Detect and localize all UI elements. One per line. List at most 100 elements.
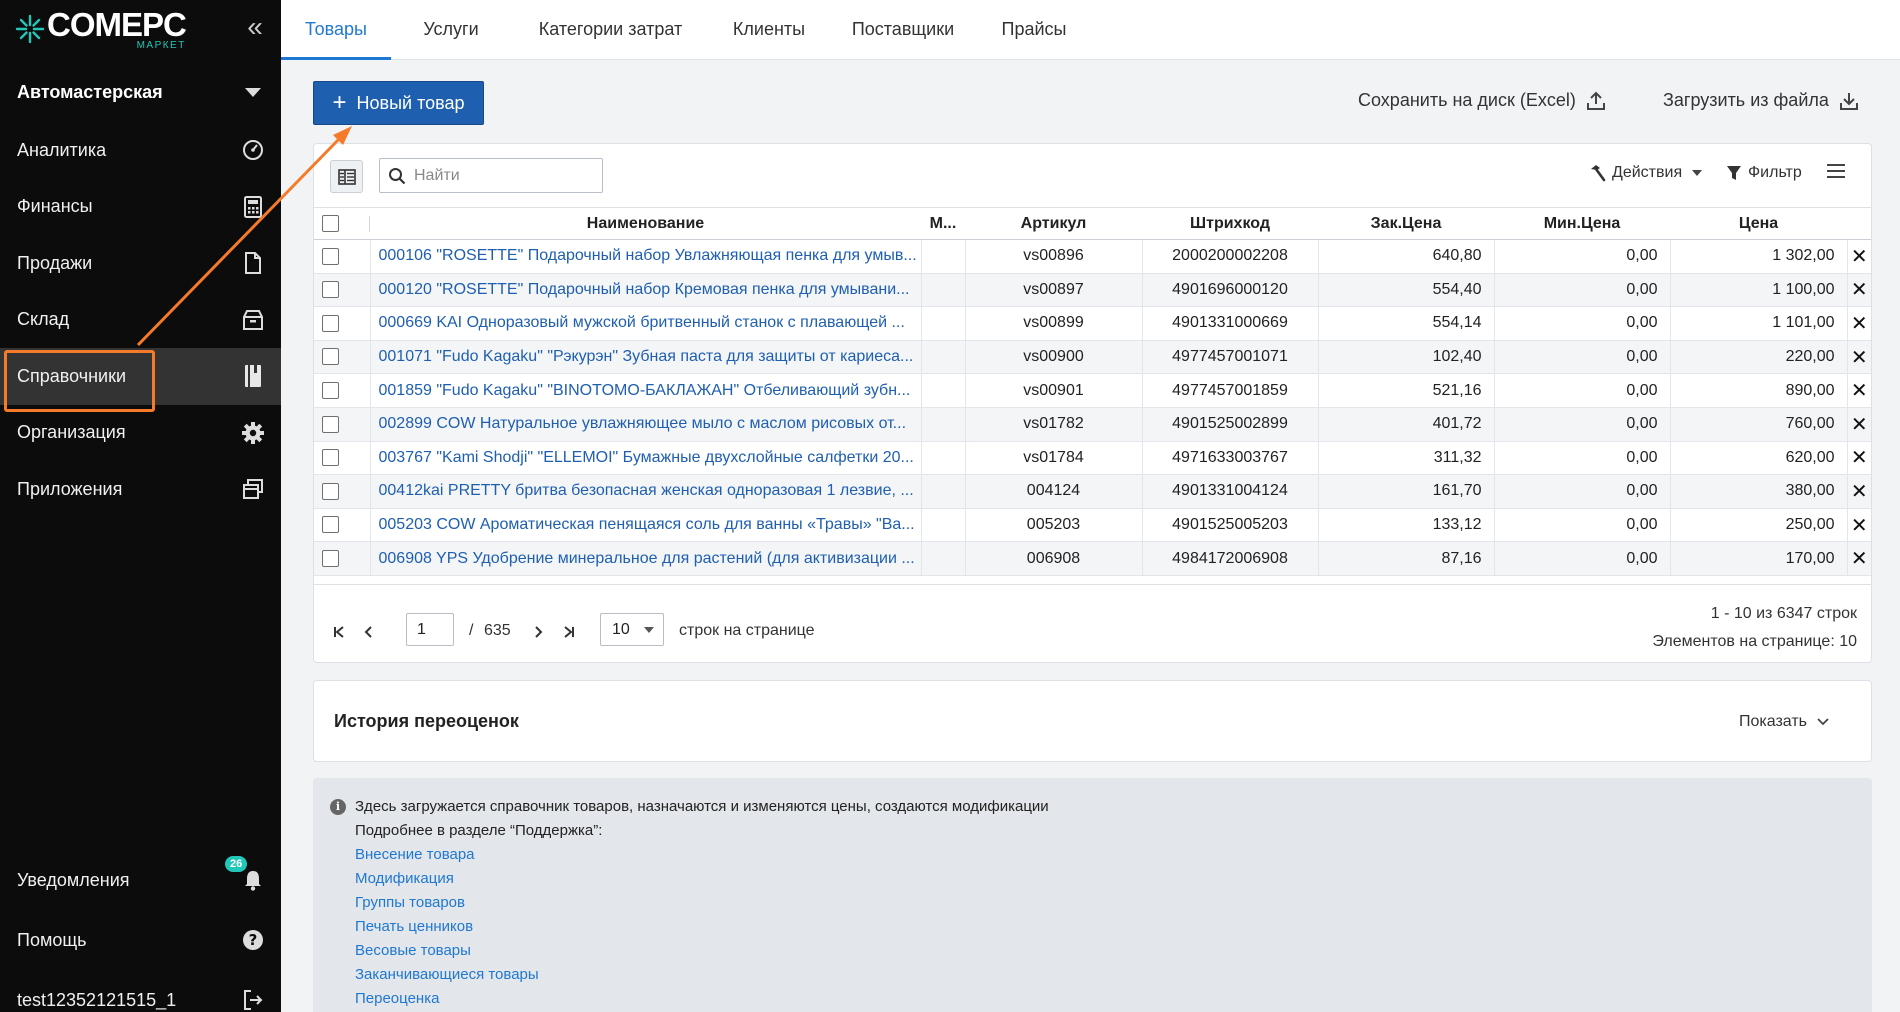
col-unit[interactable]: М... — [921, 207, 965, 240]
delete-row-icon[interactable]: ✕ — [1851, 447, 1868, 469]
delete-row-icon[interactable]: ✕ — [1851, 515, 1868, 537]
table-row[interactable]: 000669 KAI Одноразовый мужской бритвенны… — [314, 306, 1871, 341]
row-checkbox[interactable] — [321, 549, 339, 567]
collapse-sidebar-icon[interactable]: « — [240, 13, 270, 44]
col-min-price[interactable]: Мин.Цена — [1494, 207, 1670, 240]
cell-name[interactable]: 000106 "ROSETTE" Подарочный набор Увлажн… — [370, 239, 922, 274]
delete-row-icon[interactable]: ✕ — [1851, 414, 1868, 436]
page-separator: / — [469, 622, 474, 639]
cell-name[interactable]: 003767 "Kami Shodji" "ELLEMOI" Бумажные … — [370, 441, 922, 476]
help-link[interactable]: Переоценка — [355, 990, 439, 1007]
last-page-icon[interactable] — [560, 625, 578, 643]
help-link[interactable]: Заканчивающиеся товары — [355, 966, 539, 983]
logo[interactable]: COMEPC МАРКЕТ — [15, 6, 187, 56]
table-row[interactable]: 005203 COW Ароматическая пенящаяся соль … — [314, 508, 1871, 543]
prev-page-icon[interactable] — [360, 625, 378, 643]
col-sku[interactable]: Артикул — [965, 207, 1142, 240]
tab-goods[interactable]: Товары — [281, 0, 391, 60]
rows-per-page-select[interactable]: 10 — [600, 613, 664, 646]
new-item-button[interactable]: + Новый товар — [313, 81, 484, 125]
actions-menu[interactable]: Действия — [1588, 164, 1703, 182]
filter-button[interactable]: Фильтр — [1726, 164, 1802, 182]
save-excel-button[interactable]: Сохранить на диск (Excel) — [1358, 90, 1606, 111]
tab-pricelists[interactable]: Прайсы — [964, 0, 1104, 60]
row-checkbox[interactable] — [321, 516, 339, 534]
tab-expense-categories[interactable]: Категории затрат — [509, 0, 712, 60]
show-history-button[interactable]: Показать — [1739, 713, 1829, 731]
table-row[interactable]: 001859 "Fudo Kagaku" "BINOTOMO-БАКЛАЖАН"… — [314, 373, 1871, 408]
row-checkbox[interactable] — [321, 482, 339, 500]
sidebar-item-sales[interactable]: Продажи — [0, 235, 281, 292]
cell-min-price: 0,00 — [1494, 373, 1671, 408]
next-page-icon[interactable] — [529, 625, 547, 643]
help-link[interactable]: Группы товаров — [355, 894, 465, 911]
col-barcode[interactable]: Штрихкод — [1142, 207, 1318, 240]
delete-row-icon[interactable]: ✕ — [1851, 548, 1868, 570]
cell-name[interactable]: 000669 KAI Одноразовый мужской бритвенны… — [370, 306, 922, 341]
sidebar-item-notifications[interactable]: Уведомления 26 — [0, 850, 281, 910]
row-checkbox[interactable] — [321, 415, 339, 433]
table-row[interactable]: 001071 "Fudo Kagaku" "Рэкурэн" Зубная па… — [314, 340, 1871, 375]
row-checkbox[interactable] — [321, 449, 339, 467]
delete-row-icon[interactable]: ✕ — [1851, 481, 1868, 503]
cell-name[interactable]: 006908 YPS Удобрение минеральное для рас… — [370, 541, 922, 576]
logout-icon[interactable] — [240, 987, 266, 1012]
tab-services[interactable]: Услуги — [403, 0, 499, 60]
col-price[interactable]: Цена — [1670, 207, 1847, 240]
search-box[interactable] — [379, 158, 603, 193]
row-checkbox[interactable] — [321, 281, 339, 299]
cell-name[interactable]: 002899 COW Натуральное увлажняющее мыло … — [370, 407, 922, 442]
select-all-checkbox[interactable] — [321, 214, 339, 232]
sidebar-item-analytics[interactable]: Аналитика — [0, 122, 281, 179]
delete-row-icon[interactable]: ✕ — [1851, 279, 1868, 301]
cell-name[interactable]: 000120 "ROSETTE" Подарочный набор Кремов… — [370, 273, 922, 308]
sidebar-item-directories[interactable]: Справочники — [0, 348, 281, 412]
delete-row-icon[interactable]: ✕ — [1851, 313, 1868, 335]
bell-icon — [240, 867, 266, 893]
first-page-icon[interactable] — [330, 625, 348, 643]
cell-name[interactable]: 005203 COW Ароматическая пенящаяся соль … — [370, 508, 922, 543]
sidebar-item-finance[interactable]: Финансы — [0, 179, 281, 236]
table-row[interactable]: 002899 COW Натуральное увлажняющее мыло … — [314, 407, 1871, 442]
cell-name[interactable]: 001859 "Fudo Kagaku" "BINOTOMO-БАКЛАЖАН"… — [370, 373, 922, 408]
delete-row-icon[interactable]: ✕ — [1851, 246, 1868, 268]
sidebar-item-organization[interactable]: Организация — [0, 405, 281, 462]
cell-name[interactable]: 00412kai PRETTY бритва безопасная женска… — [370, 474, 922, 509]
sidebar-item-help[interactable]: Помощь ? — [0, 910, 281, 970]
col-name[interactable]: Наименование — [370, 207, 921, 240]
menu-icon[interactable] — [1826, 163, 1846, 179]
box-icon — [240, 307, 266, 333]
tab-suppliers[interactable]: Поставщики — [823, 0, 983, 60]
help-link[interactable]: Модификация — [355, 870, 454, 887]
search-input[interactable] — [414, 166, 594, 185]
row-checkbox[interactable] — [321, 314, 339, 332]
help-link[interactable]: Весовые товары — [355, 942, 471, 959]
help-link[interactable]: Печать ценников — [355, 918, 473, 935]
search-icon — [389, 167, 406, 184]
sidebar-item-label: Справочники — [17, 365, 127, 386]
help-link[interactable]: Внесение товара — [355, 846, 475, 863]
brand-name: COMEPC — [47, 6, 187, 43]
row-checkbox[interactable] — [321, 247, 339, 265]
delete-row-icon[interactable]: ✕ — [1851, 347, 1868, 369]
org-selector[interactable]: Автомастерская — [0, 78, 281, 108]
delete-row-icon[interactable]: ✕ — [1851, 380, 1868, 402]
table-row[interactable]: 00412kai PRETTY бритва безопасная женска… — [314, 474, 1871, 509]
table-row[interactable]: 003767 "Kami Shodji" "ELLEMOI" Бумажные … — [314, 441, 1871, 476]
table-row[interactable]: 000120 "ROSETTE" Подарочный набор Кремов… — [314, 273, 1871, 308]
book-icon — [240, 363, 266, 389]
sidebar-item-warehouse[interactable]: Склад — [0, 292, 281, 349]
sidebar-item-user[interactable]: test12352121515_1 — [0, 970, 281, 1012]
sidebar-item-apps[interactable]: Приложения — [0, 461, 281, 518]
goods-table-card: Действия Фильтр Наименование М... Артику… — [313, 143, 1872, 663]
table-row[interactable]: 006908 YPS Удобрение минеральное для рас… — [314, 541, 1871, 576]
page-number-input[interactable]: 1 — [406, 613, 454, 646]
row-checkbox[interactable] — [321, 381, 339, 399]
row-checkbox[interactable] — [321, 348, 339, 366]
tab-clients[interactable]: Клиенты — [699, 0, 839, 60]
cell-name[interactable]: 001071 "Fudo Kagaku" "Рэкурэн" Зубная па… — [370, 340, 922, 375]
col-purchase-price[interactable]: Зак.Цена — [1318, 207, 1494, 240]
column-toggle-icon[interactable] — [330, 160, 363, 193]
upload-file-button[interactable]: Загрузить из файла — [1663, 90, 1859, 111]
table-row[interactable]: 000106 "ROSETTE" Подарочный набор Увлажн… — [314, 239, 1871, 274]
